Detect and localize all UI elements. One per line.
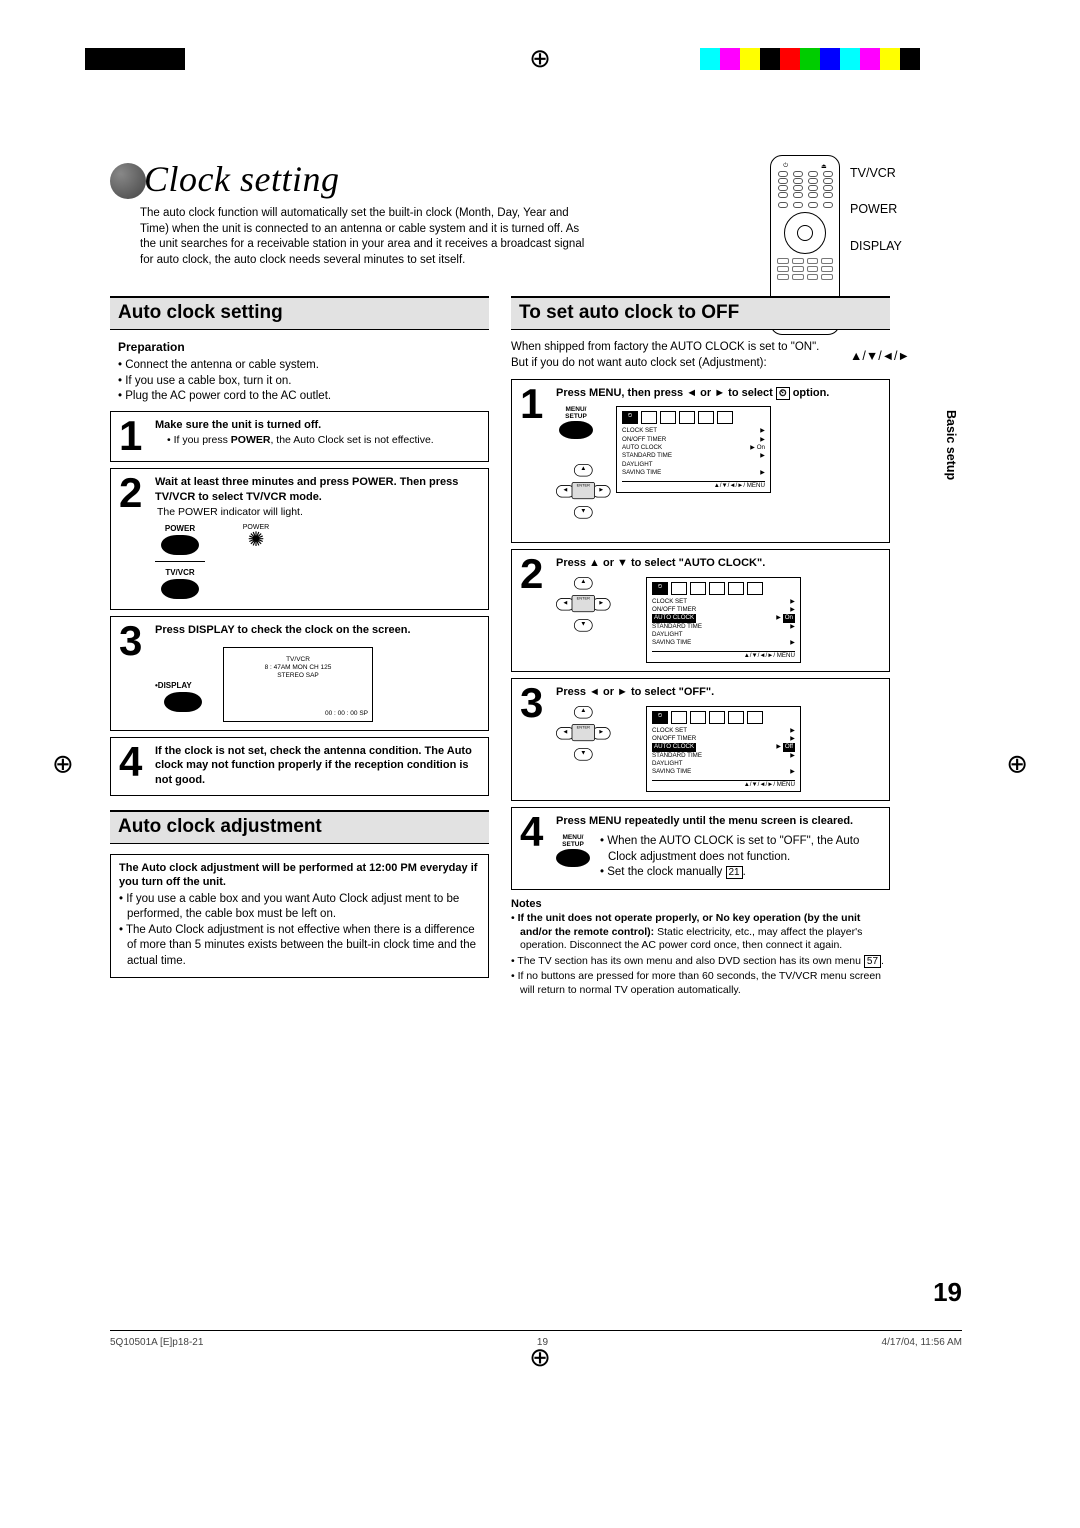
option-icon: ⏲ bbox=[776, 387, 790, 400]
page-number: 19 bbox=[933, 1277, 962, 1308]
right-step2-title: Press ▲ or ▼ to select "AUTO CLOCK". bbox=[556, 556, 881, 570]
step-number: 4 bbox=[119, 744, 149, 787]
power-btn-label: POWER bbox=[155, 524, 205, 533]
right-step4-note: Set the clock manually 21. bbox=[600, 865, 881, 881]
notes-heading: Notes bbox=[511, 898, 890, 910]
right-step3-title: Press ◄ or ► to select "OFF". bbox=[556, 685, 881, 699]
right-step-3-box: 3 Press ◄ or ► to select "OFF". ▲▼◄► ENT… bbox=[511, 678, 890, 801]
black-squares bbox=[85, 48, 185, 70]
right-step4-note: When the AUTO CLOCK is set to "OFF", the… bbox=[600, 834, 881, 865]
right-step1-title: Press MENU, then press ◄ or ► to select … bbox=[556, 386, 881, 400]
title-sphere-icon bbox=[110, 163, 146, 199]
step4-title: If the clock is not set, check the anten… bbox=[155, 744, 480, 787]
section-auto-clock-adjustment: Auto clock adjustment bbox=[110, 810, 489, 844]
bottom-crosshair-icon: ⊕ bbox=[529, 1342, 551, 1373]
menu-screen-step2: ⏲ CLOCK SET▶ ON/OFF TIMER▶ AUTO CLOCK▶ O… bbox=[646, 577, 801, 664]
section-auto-clock-setting: Auto clock setting bbox=[110, 296, 489, 330]
menu-screen-step1: ⏲ CLOCK SET▶ ON/OFF TIMER▶ AUTO CLOCK▶ O… bbox=[616, 406, 771, 493]
page-intro-text: The auto clock function will automatical… bbox=[140, 206, 590, 268]
top-registration-marks: ⊕ bbox=[0, 48, 1080, 78]
d-pad-icon: ▲▼◄► ENTER bbox=[556, 577, 611, 632]
step1-title: Make sure the unit is turned off. bbox=[155, 418, 480, 432]
footer-right: 4/17/04, 11:56 AM bbox=[882, 1337, 962, 1348]
menu-button-icon bbox=[559, 421, 593, 439]
display-button-icon bbox=[164, 692, 202, 712]
prep-item: Connect the antenna or cable system. bbox=[118, 358, 489, 374]
right-step-4-box: 4 Press MENU repeatedly until the menu s… bbox=[511, 807, 890, 890]
off-intro: When shipped from factory the AUTO CLOCK… bbox=[511, 340, 890, 371]
step-1-box: 1 Make sure the unit is turned off. • If… bbox=[110, 411, 489, 463]
step-number: 3 bbox=[520, 685, 550, 792]
color-bar bbox=[700, 48, 920, 70]
right-step4-title: Press MENU repeatedly until the menu scr… bbox=[556, 814, 881, 828]
step-number: 1 bbox=[119, 418, 149, 454]
top-crosshair-icon: ⊕ bbox=[529, 43, 551, 74]
step-number: 3 bbox=[119, 623, 149, 722]
step1-note: • If you press POWER, the Auto Clock set… bbox=[167, 434, 480, 446]
power-button-icon bbox=[161, 535, 199, 555]
side-tab-basic-setup: Basic setup bbox=[944, 410, 958, 480]
step-number: 2 bbox=[119, 475, 149, 601]
adjustment-intro: The Auto clock adjustment will be perfor… bbox=[119, 861, 480, 890]
adjustment-note: The Auto Clock adjustment is not effecti… bbox=[119, 923, 480, 970]
menu-btn-label: MENU/ SETUP bbox=[556, 834, 590, 848]
step3-title: Press DISPLAY to check the clock on the … bbox=[155, 623, 480, 637]
page-ref-icon: 57 bbox=[864, 955, 881, 968]
step-number: 4 bbox=[520, 814, 550, 881]
footer-left: 5Q10501A [E]p18-21 bbox=[110, 1337, 203, 1348]
prep-item: If you use a cable box, turn it on. bbox=[118, 374, 489, 390]
d-pad-icon: ▲▼◄► ENTER bbox=[556, 706, 611, 761]
menu-screen-step3: ⏲ CLOCK SET▶ ON/OFF TIMER▶ AUTO CLOCK▶ O… bbox=[646, 706, 801, 793]
tvvcr-btn-label: TV/VCR bbox=[155, 568, 205, 577]
display-btn-label: •DISPLAY bbox=[155, 681, 211, 690]
note-item: The TV section has its own menu and also… bbox=[511, 955, 890, 969]
step-2-box: 2 Wait at least three minutes and press … bbox=[110, 468, 489, 610]
preparation-heading: Preparation bbox=[118, 340, 489, 354]
step-4-box: 4 If the clock is not set, check the ant… bbox=[110, 737, 489, 796]
right-step-1-box: 1 Press MENU, then press ◄ or ► to selec… bbox=[511, 379, 890, 543]
section-set-auto-clock-off: To set auto clock to OFF bbox=[511, 296, 890, 330]
adjustment-note: If you use a cable box and you want Auto… bbox=[119, 892, 480, 923]
page-title: Clock setting bbox=[144, 158, 339, 200]
note-item: If no buttons are pressed for more than … bbox=[511, 970, 890, 997]
step2-note: The POWER indicator will light. bbox=[157, 506, 480, 518]
step-number: 2 bbox=[520, 556, 550, 663]
right-crosshair-icon: ⊕ bbox=[1006, 749, 1028, 780]
tvvcr-button-icon bbox=[161, 579, 199, 599]
left-crosshair-icon: ⊕ bbox=[52, 749, 74, 780]
power-indicator-icon: ✺ bbox=[231, 531, 281, 549]
right-step-2-box: 2 Press ▲ or ▼ to select "AUTO CLOCK". ▲… bbox=[511, 549, 890, 672]
page-ref-icon: 21 bbox=[726, 866, 743, 879]
notes-list: If the unit does not operate properly, o… bbox=[511, 912, 890, 998]
display-screen-preview: TV/VCR 8 : 47AM MON CH 125 STEREO SAP 00… bbox=[223, 647, 373, 722]
preparation-list: Connect the antenna or cable system. If … bbox=[118, 358, 489, 405]
adjustment-box: The Auto clock adjustment will be perfor… bbox=[110, 854, 489, 978]
d-pad-icon: ▲▼◄► ENTER bbox=[556, 464, 611, 519]
menu-btn-label: MENU/ SETUP bbox=[556, 406, 596, 420]
step-3-box: 3 Press DISPLAY to check the clock on th… bbox=[110, 616, 489, 731]
note-item: If the unit does not operate properly, o… bbox=[511, 912, 890, 953]
step-number: 1 bbox=[520, 386, 550, 534]
step2-title: Wait at least three minutes and press PO… bbox=[155, 475, 480, 504]
prep-item: Plug the AC power cord to the AC outlet. bbox=[118, 389, 489, 405]
menu-button-icon bbox=[556, 849, 590, 867]
